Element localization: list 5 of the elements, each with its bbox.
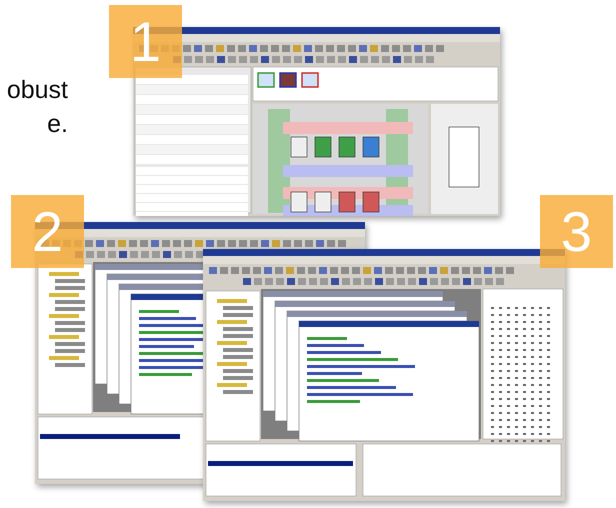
step-number: 1: [109, 5, 182, 78]
step-number: 3: [540, 195, 613, 268]
slide-text: obust: [6, 76, 68, 104]
step-number: 2: [11, 195, 84, 268]
slide-text: e.: [47, 110, 68, 138]
